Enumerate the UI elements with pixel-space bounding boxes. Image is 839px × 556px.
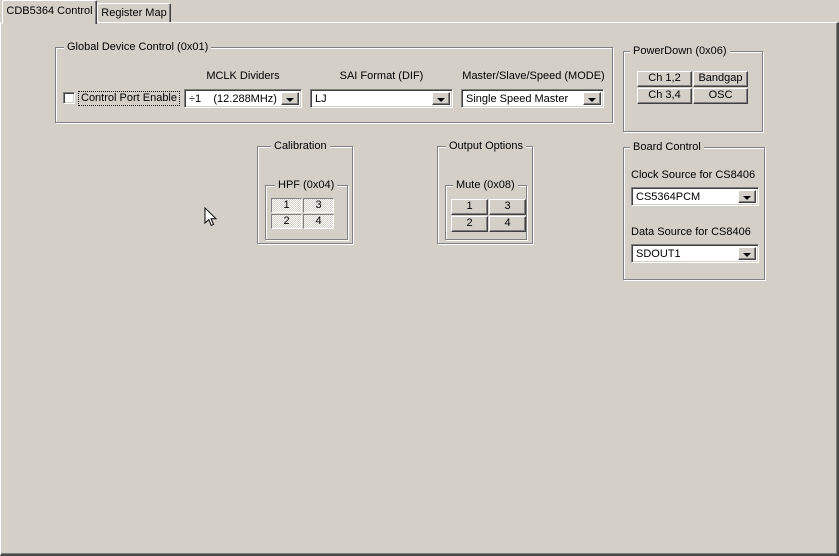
- mclk-dividers-combobox[interactable]: ÷1 (12.288MHz): [184, 89, 302, 108]
- calibration-group: Calibration HPF (0x04) 1 3 2 4: [257, 140, 353, 244]
- mode-label: Master/Slave/Speed (MODE): [462, 70, 605, 82]
- group-title: Global Device Control (0x01): [64, 41, 212, 54]
- control-port-enable-checkbox[interactable]: [63, 92, 75, 104]
- app-window: CDB5364 Control Register Map Global Devi…: [0, 0, 839, 556]
- group-title: Output Options: [446, 140, 526, 153]
- chevron-down-icon: [588, 98, 596, 102]
- chevron-down-icon: [437, 98, 445, 102]
- hpf-3-button[interactable]: 3: [303, 198, 334, 213]
- output-options-group: Output Options Mute (0x08) 1 3 2 4: [437, 140, 533, 244]
- hpf-4-button[interactable]: 4: [303, 214, 334, 229]
- powerdown-osc-button[interactable]: OSC: [693, 88, 748, 104]
- group-title: Calibration: [271, 140, 330, 153]
- data-source-dropdown-button[interactable]: [738, 247, 756, 260]
- sai-format-combobox[interactable]: LJ: [310, 89, 453, 108]
- mclk-dropdown-button[interactable]: [281, 92, 299, 105]
- mute-group: Mute (0x08) 1 3 2 4: [445, 179, 527, 240]
- group-title: Board Control: [630, 141, 704, 154]
- powerdown-bandgap-button[interactable]: Bandgap: [693, 71, 748, 87]
- tab-cdb5364-control[interactable]: CDB5364 Control: [2, 0, 97, 24]
- sai-format-label: SAI Format (DIF): [339, 70, 424, 82]
- mode-combobox[interactable]: Single Speed Master: [461, 89, 604, 108]
- chevron-down-icon: [743, 196, 751, 200]
- powerdown-ch12-button[interactable]: Ch 1,2: [637, 71, 692, 87]
- tab-page: Global Device Control (0x01) Control Por…: [0, 22, 839, 556]
- control-port-enable-label[interactable]: Control Port Enable: [78, 91, 180, 106]
- powerdown-group: PowerDown (0x06) Ch 1,2 Bandgap Ch 3,4 O…: [623, 45, 763, 132]
- clock-source-combobox[interactable]: CS5364PCM: [631, 187, 759, 206]
- mute-2-button[interactable]: 2: [451, 216, 488, 232]
- hpf-1-button[interactable]: 1: [271, 198, 302, 213]
- clock-source-value: CS5364PCM: [636, 191, 701, 203]
- group-title: HPF (0x04): [275, 179, 338, 192]
- group-title: Mute (0x08): [453, 179, 518, 192]
- mouse-cursor-icon: [204, 206, 218, 231]
- group-title: PowerDown (0x06): [630, 45, 730, 58]
- mode-value: Single Speed Master: [466, 93, 569, 105]
- mute-4-button[interactable]: 4: [489, 216, 526, 232]
- data-source-label: Data Source for CS8406: [631, 226, 751, 238]
- global-device-control-group: Global Device Control (0x01) Control Por…: [55, 41, 613, 123]
- chevron-down-icon: [743, 253, 751, 257]
- mclk-dividers-label: MCLK Dividers: [206, 70, 280, 82]
- mode-dropdown-button[interactable]: [583, 92, 601, 105]
- mclk-dividers-value: ÷1 (12.288MHz): [189, 93, 277, 105]
- clock-source-dropdown-button[interactable]: [738, 190, 756, 203]
- mute-1-button[interactable]: 1: [451, 199, 488, 215]
- sai-format-value: LJ: [315, 93, 327, 105]
- hpf-2-button[interactable]: 2: [271, 214, 302, 229]
- data-source-value: SDOUT1: [636, 248, 681, 260]
- tab-register-map[interactable]: Register Map: [97, 3, 171, 23]
- board-control-group: Board Control Clock Source for CS8406 CS…: [623, 141, 765, 280]
- data-source-combobox[interactable]: SDOUT1: [631, 244, 759, 263]
- sai-dropdown-button[interactable]: [432, 92, 450, 105]
- hpf-group: HPF (0x04) 1 3 2 4: [265, 179, 348, 240]
- mute-3-button[interactable]: 3: [489, 199, 526, 215]
- clock-source-label: Clock Source for CS8406: [631, 169, 756, 181]
- chevron-down-icon: [286, 98, 294, 102]
- powerdown-ch34-button[interactable]: Ch 3,4: [637, 88, 692, 104]
